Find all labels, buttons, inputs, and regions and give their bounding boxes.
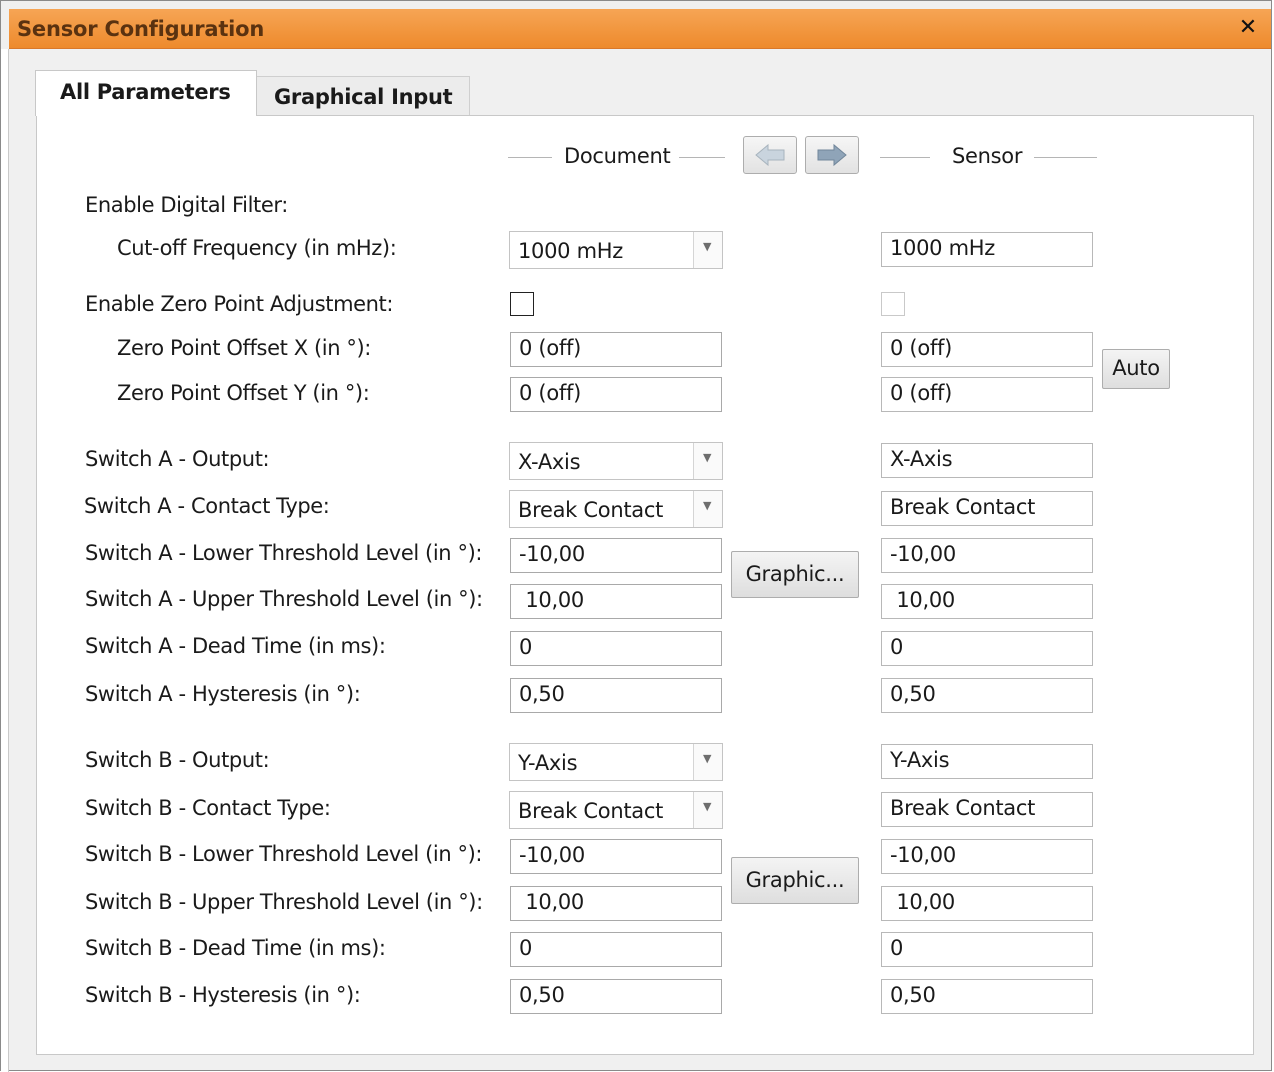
switch-b-hysteresis-sensor-value: 0,50 xyxy=(881,979,1093,1014)
switch-b-contact-sensor-value: Break Contact xyxy=(881,792,1093,827)
switch-b-lower-threshold-label: Switch B - Lower Threshold Level (in °): xyxy=(85,842,483,866)
offset-x-label: Zero Point Offset X (in °): xyxy=(117,336,371,360)
switch-a-output-document-select[interactable]: X-Axis ▼ xyxy=(509,442,723,480)
zero-point-document-checkbox[interactable] xyxy=(510,292,534,316)
title-bar[interactable]: Sensor Configuration ✕ xyxy=(9,9,1271,49)
header-rule xyxy=(679,157,725,158)
switch-b-dead-time-label: Switch B - Dead Time (in ms): xyxy=(85,936,386,960)
combo-value: Break Contact xyxy=(518,799,664,823)
switch-a-graphic-button[interactable]: Graphic... xyxy=(731,551,859,598)
switch-b-dead-time-sensor-value: 0 xyxy=(881,932,1093,967)
switch-b-graphic-button[interactable]: Graphic... xyxy=(731,857,859,904)
copy-to-sensor-button[interactable] xyxy=(805,136,859,174)
combo-value: X-Axis xyxy=(518,450,581,474)
auto-button[interactable]: Auto xyxy=(1102,349,1170,389)
dropdown-button[interactable]: ▼ xyxy=(693,792,722,828)
dropdown-button[interactable]: ▼ xyxy=(693,491,722,527)
close-icon[interactable]: ✕ xyxy=(1235,15,1261,41)
switch-a-dead-time-input[interactable]: 0 xyxy=(510,631,722,666)
offset-x-document-input[interactable]: 0 (off) xyxy=(510,332,722,367)
all-parameters-panel: Document Sensor Enable Digital Filter: C… xyxy=(36,115,1254,1055)
switch-b-upper-threshold-sensor-value: 10,00 xyxy=(881,886,1093,921)
tab-label: All Parameters xyxy=(60,80,231,104)
dropdown-button[interactable]: ▼ xyxy=(693,744,722,780)
switch-a-upper-threshold-sensor-value: 10,00 xyxy=(881,584,1093,619)
offset-x-sensor-value: 0 (off) xyxy=(881,332,1093,367)
cutoff-frequency-label: Cut-off Frequency (in mHz): xyxy=(117,236,397,260)
window-title: Sensor Configuration xyxy=(17,17,265,41)
dropdown-button[interactable]: ▼ xyxy=(693,443,722,479)
switch-b-dead-time-input[interactable]: 0 xyxy=(510,932,722,967)
combo-value: Break Contact xyxy=(518,498,664,522)
switch-a-upper-threshold-label: Switch A - Upper Threshold Level (in °): xyxy=(85,587,483,611)
switch-a-output-sensor-value: X-Axis xyxy=(881,443,1093,478)
tab-label: Graphical Input xyxy=(274,85,453,109)
switch-b-output-label: Switch B - Output: xyxy=(85,748,270,772)
arrow-right-icon xyxy=(817,143,847,167)
header-rule xyxy=(1034,157,1097,158)
chevron-down-icon: ▼ xyxy=(703,752,712,765)
combo-value: Y-Axis xyxy=(518,751,578,775)
switch-b-hysteresis-input[interactable]: 0,50 xyxy=(510,979,722,1014)
zero-point-sensor-checkbox xyxy=(881,292,905,316)
chevron-down-icon: ▼ xyxy=(703,451,712,464)
offset-y-sensor-value: 0 (off) xyxy=(881,377,1093,412)
sensor-column-header: Sensor xyxy=(952,144,1023,168)
copy-to-document-button[interactable] xyxy=(743,136,797,174)
offset-y-label: Zero Point Offset Y (in °): xyxy=(117,381,370,405)
header-rule xyxy=(880,157,930,158)
tab-all-parameters[interactable]: All Parameters xyxy=(35,70,257,116)
cutoff-frequency-document-select[interactable]: 1000 mHz ▼ xyxy=(509,231,723,269)
switch-a-hysteresis-sensor-value: 0,50 xyxy=(881,678,1093,713)
switch-b-contact-document-select[interactable]: Break Contact ▼ xyxy=(509,791,723,829)
window-left-edge xyxy=(1,49,9,1072)
switch-a-upper-threshold-input[interactable]: 10,00 xyxy=(510,584,722,619)
chevron-down-icon: ▼ xyxy=(703,499,712,512)
switch-a-dead-time-label: Switch A - Dead Time (in ms): xyxy=(85,634,386,658)
arrow-left-icon xyxy=(755,143,785,167)
switch-a-lower-threshold-sensor-value: -10,00 xyxy=(881,538,1093,573)
enable-zero-point-label: Enable Zero Point Adjustment: xyxy=(85,292,394,316)
switch-a-contact-label: Switch A - Contact Type: xyxy=(84,494,330,518)
switch-b-upper-threshold-label: Switch B - Upper Threshold Level (in °): xyxy=(85,890,483,914)
switch-b-lower-threshold-input[interactable]: -10,00 xyxy=(510,839,722,874)
switch-b-output-document-select[interactable]: Y-Axis ▼ xyxy=(509,743,723,781)
switch-b-upper-threshold-input[interactable]: 10,00 xyxy=(510,886,722,921)
switch-a-hysteresis-input[interactable]: 0,50 xyxy=(510,678,722,713)
switch-a-contact-sensor-value: Break Contact xyxy=(881,491,1093,526)
switch-a-lower-threshold-label: Switch A - Lower Threshold Level (in °): xyxy=(85,541,483,565)
tab-graphical-input[interactable]: Graphical Input xyxy=(257,76,470,116)
switch-b-output-sensor-value: Y-Axis xyxy=(881,744,1093,779)
switch-a-contact-document-select[interactable]: Break Contact ▼ xyxy=(509,490,723,528)
dropdown-button[interactable]: ▼ xyxy=(693,232,722,268)
chevron-down-icon: ▼ xyxy=(703,800,712,813)
switch-a-output-label: Switch A - Output: xyxy=(85,447,270,471)
switch-a-hysteresis-label: Switch A - Hysteresis (in °): xyxy=(85,682,361,706)
enable-digital-filter-label: Enable Digital Filter: xyxy=(85,193,288,217)
header-rule xyxy=(508,157,552,158)
document-column-header: Document xyxy=(564,144,671,168)
offset-y-document-input[interactable]: 0 (off) xyxy=(510,377,722,412)
switch-b-contact-label: Switch B - Contact Type: xyxy=(85,796,331,820)
combo-value: 1000 mHz xyxy=(518,239,623,263)
switch-b-hysteresis-label: Switch B - Hysteresis (in °): xyxy=(85,983,361,1007)
switch-b-lower-threshold-sensor-value: -10,00 xyxy=(881,839,1093,874)
switch-a-lower-threshold-input[interactable]: -10,00 xyxy=(510,538,722,573)
switch-a-dead-time-sensor-value: 0 xyxy=(881,631,1093,666)
cutoff-frequency-sensor-value: 1000 mHz xyxy=(881,232,1093,267)
chevron-down-icon: ▼ xyxy=(703,240,712,253)
